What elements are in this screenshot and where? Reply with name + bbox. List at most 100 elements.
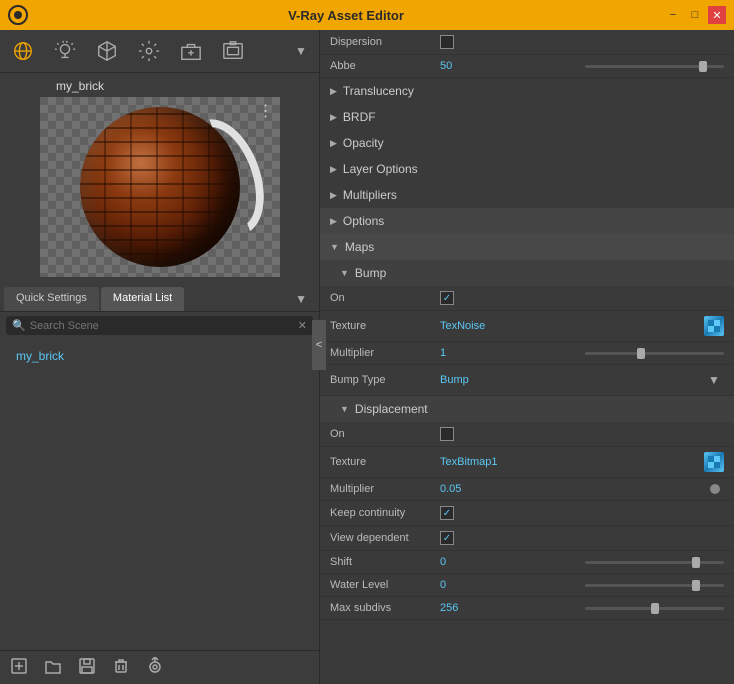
section-bump-header[interactable]: ▼ Bump — [320, 260, 734, 286]
bump-arrow: ▼ — [340, 268, 349, 278]
prop-label-shift: Shift — [330, 556, 440, 568]
material-list: my_brick — [0, 339, 319, 650]
bump-type-dropdown[interactable]: ▼ — [704, 370, 724, 390]
layer-options-arrow: ▶ — [330, 164, 337, 175]
displacement-multiplier-container: 0.05 — [440, 483, 724, 495]
bump-multiplier-container: 1 — [440, 347, 724, 359]
bump-multiplier-slider[interactable] — [585, 352, 724, 355]
section-translucency-label: Translucency — [343, 84, 414, 98]
prop-label-displacement-on: On — [330, 428, 440, 440]
section-displacement-header[interactable]: ▼ Displacement — [320, 396, 734, 422]
delete-button[interactable] — [112, 657, 130, 678]
section-brdf-header[interactable]: ▶ BRDF — [320, 104, 734, 130]
bump-texture-value[interactable]: TexNoise — [440, 320, 704, 332]
keep-continuity-checkbox[interactable] — [440, 506, 454, 520]
displacement-arrow: ▼ — [340, 404, 349, 414]
max-subdivs-slider[interactable] — [585, 607, 724, 610]
materials-toolbar-icon[interactable] — [8, 36, 38, 66]
prop-row-max-subdivs: Max subdivs 256 — [320, 597, 734, 620]
panel-collapse-arrow[interactable]: < — [312, 320, 326, 370]
shift-value: 0 — [440, 556, 579, 568]
bottom-toolbar — [0, 650, 319, 684]
search-clear-button[interactable]: ✕ — [298, 319, 307, 332]
settings-toolbar-icon[interactable] — [134, 36, 164, 66]
prop-row-displacement-multiplier: Multiplier 0.05 — [320, 478, 734, 501]
section-multipliers-label: Multipliers — [343, 188, 397, 202]
bump-on-checkbox[interactable] — [440, 291, 454, 305]
water-level-container: 0 — [440, 579, 724, 591]
section-layer-options-header[interactable]: ▶ Layer Options — [320, 156, 734, 182]
minimize-button[interactable]: − — [664, 6, 682, 24]
shift-slider[interactable] — [585, 561, 724, 564]
abbe-slider[interactable] — [585, 65, 724, 68]
displacement-on-checkbox[interactable] — [440, 427, 454, 441]
render-toolbar-icon[interactable] — [218, 36, 248, 66]
close-button[interactable]: ✕ — [708, 6, 726, 24]
prop-label-bump-multiplier: Multiplier — [330, 347, 440, 359]
displacement-texture-value[interactable]: TexBitmap1 — [440, 456, 704, 468]
prop-row-bump-on: On — [320, 286, 734, 311]
left-panel: ▼ my_brick ⋮ Quick Settings Material Lis… — [0, 30, 320, 684]
toolbar-dropdown[interactable]: ▼ — [291, 41, 311, 61]
prop-label-dispersion: Dispersion — [330, 36, 440, 48]
prop-label-keep-continuity: Keep continuity — [330, 507, 440, 519]
section-maps-label: Maps — [345, 240, 374, 254]
save-button[interactable] — [78, 657, 96, 678]
prop-row-bump-type: Bump Type Bump ▼ — [320, 365, 734, 396]
search-icon: 🔍 — [12, 319, 26, 332]
max-subdivs-container: 256 — [440, 602, 724, 614]
prop-label-bump-texture: Texture — [330, 320, 440, 332]
options-arrow: ▶ — [330, 216, 337, 227]
right-panel: Dispersion Abbe 50 ▶ Translucency ▶ BRDF — [320, 30, 734, 684]
material-name-label: my_brick — [6, 79, 104, 93]
search-bar: 🔍 ✕ — [6, 316, 313, 335]
tab-quick-settings[interactable]: Quick Settings — [4, 287, 99, 311]
prop-label-displacement-multiplier: Multiplier — [330, 483, 440, 495]
list-item[interactable]: my_brick — [0, 343, 319, 369]
tab-material-list[interactable]: Material List — [101, 287, 184, 311]
section-layer-options-label: Layer Options — [343, 162, 418, 176]
maximize-button[interactable]: □ — [686, 6, 704, 24]
tabs-bar: Quick Settings Material List ▼ — [0, 283, 319, 312]
section-multipliers-header[interactable]: ▶ Multipliers — [320, 182, 734, 208]
section-translucency-header[interactable]: ▶ Translucency — [320, 78, 734, 104]
open-button[interactable] — [44, 657, 62, 678]
title-bar: V-Ray Asset Editor − □ ✕ — [0, 0, 734, 30]
prop-row-dispersion-on: Dispersion — [320, 30, 734, 55]
displacement-multiplier-dot[interactable] — [710, 484, 720, 494]
camera-toolbar-icon[interactable] — [176, 36, 206, 66]
preview-more-button[interactable]: ⋮ — [258, 101, 274, 121]
prop-row-bump-texture: Texture TexNoise — [320, 311, 734, 342]
window-title: V-Ray Asset Editor — [28, 8, 664, 23]
prop-row-displacement-on: On — [320, 422, 734, 447]
new-material-button[interactable] — [10, 657, 28, 678]
bump-texture-button[interactable] — [704, 316, 724, 336]
section-bump-label: Bump — [355, 266, 386, 280]
tabs-more-button[interactable]: ▼ — [287, 287, 315, 311]
shift-container: 0 — [440, 556, 724, 568]
import-button[interactable] — [146, 657, 164, 678]
section-opacity-header[interactable]: ▶ Opacity — [320, 130, 734, 156]
brdf-arrow: ▶ — [330, 112, 337, 123]
search-input[interactable] — [30, 320, 298, 332]
abbe-value: 50 — [440, 60, 579, 72]
section-maps-header[interactable]: ▼ Maps — [320, 234, 734, 260]
prop-label-max-subdivs: Max subdivs — [330, 602, 440, 614]
prop-row-abbe: Abbe 50 — [320, 55, 734, 78]
prop-label-abbe: Abbe — [330, 60, 440, 72]
displacement-texture-button[interactable] — [704, 452, 724, 472]
translucency-arrow: ▶ — [330, 86, 337, 97]
water-level-slider[interactable] — [585, 584, 724, 587]
toolbar: ▼ — [0, 30, 319, 73]
view-dependent-checkbox[interactable] — [440, 531, 454, 545]
prop-row-view-dependent: View dependent — [320, 526, 734, 551]
prop-label-water-level: Water Level — [330, 579, 440, 591]
opacity-arrow: ▶ — [330, 138, 337, 149]
section-options-header[interactable]: ▶ Options — [320, 208, 734, 234]
window-controls: − □ ✕ — [664, 6, 726, 24]
dispersion-checkbox[interactable] — [440, 35, 454, 49]
lights-toolbar-icon[interactable] — [50, 36, 80, 66]
water-level-value: 0 — [440, 579, 579, 591]
geometry-toolbar-icon[interactable] — [92, 36, 122, 66]
prop-label-bump-type: Bump Type — [330, 374, 440, 386]
